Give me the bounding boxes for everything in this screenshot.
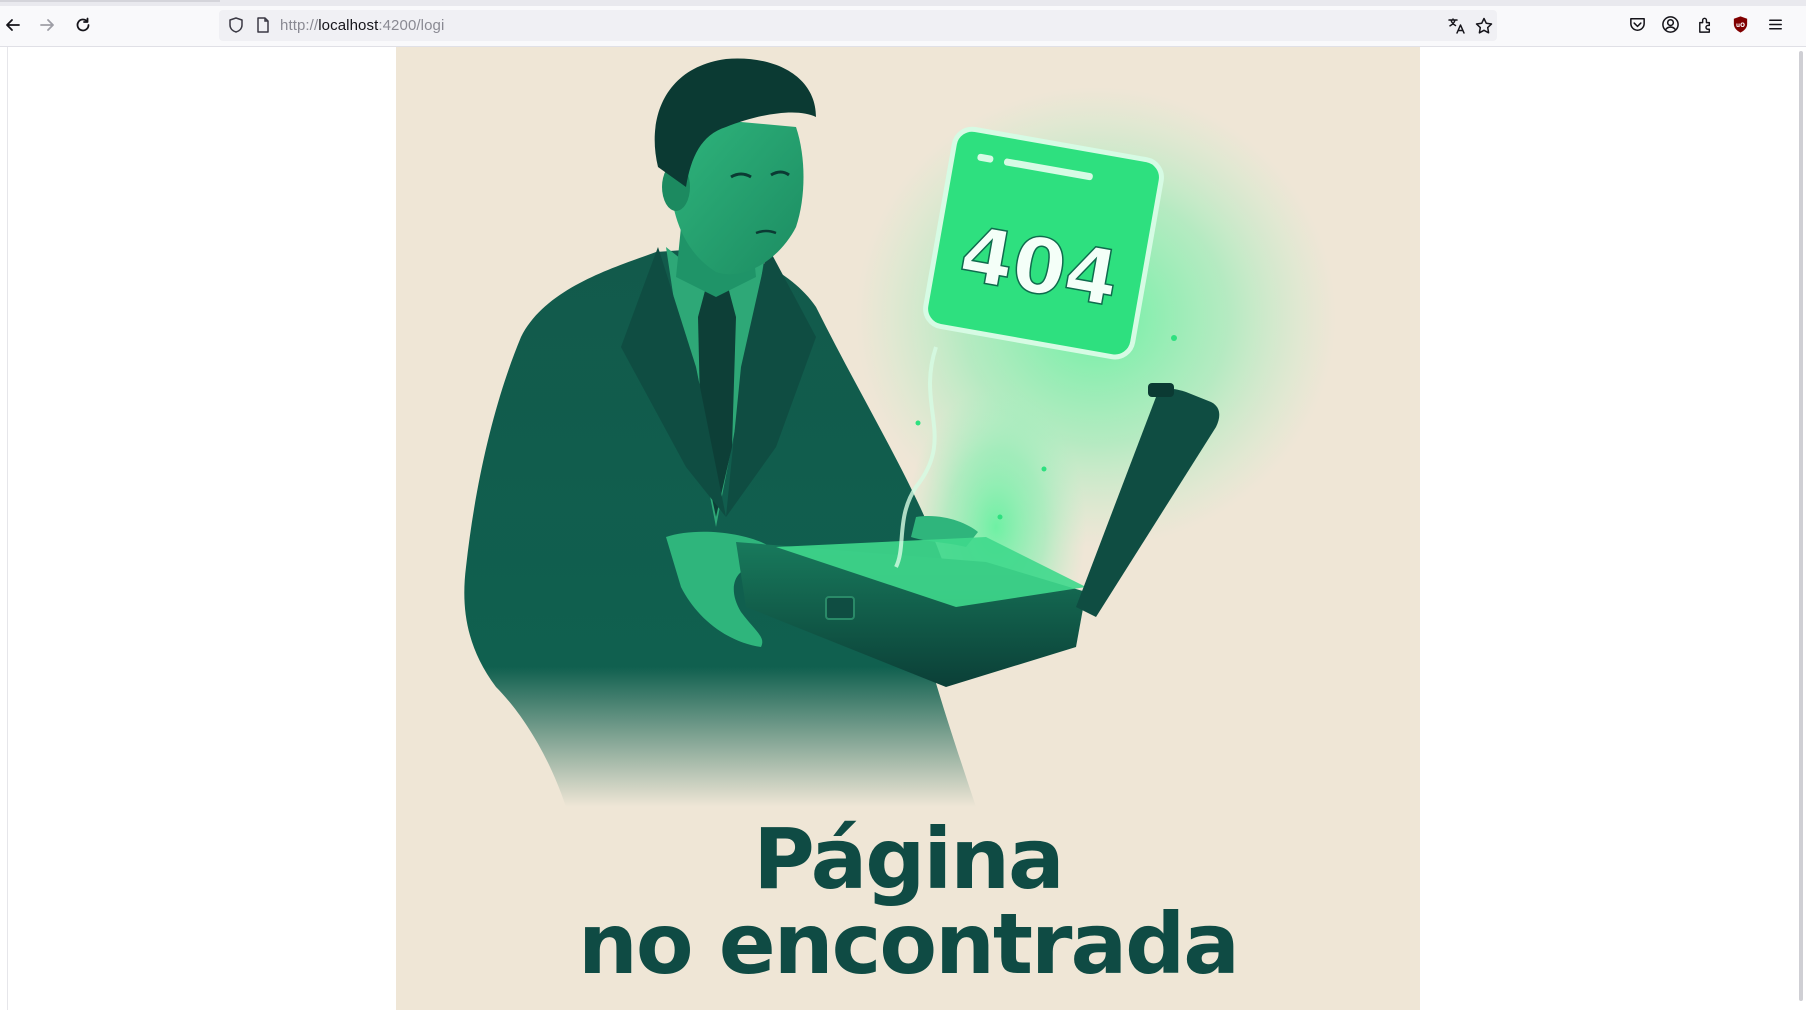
tab-strip: [0, 0, 1806, 6]
account-button[interactable]: [1659, 13, 1681, 35]
page-icon[interactable]: [254, 16, 272, 34]
extensions-icon: [1698, 17, 1710, 33]
sparkle: [1171, 335, 1177, 341]
error-card: 404: [923, 126, 1164, 360]
sparkle: [1041, 466, 1047, 472]
active-tab-indicator: [0, 0, 220, 2]
svg-text:uO: uO: [1736, 22, 1745, 28]
sparkle: [997, 514, 1003, 520]
pocket-button[interactable]: [1626, 13, 1648, 35]
page-title-line1: Página: [753, 810, 1064, 908]
menu-button[interactable]: [1764, 13, 1786, 35]
url-scheme: http://: [280, 17, 319, 34]
back-button[interactable]: [0, 12, 26, 38]
extensions-button[interactable]: [1694, 13, 1716, 35]
back-arrow-icon: [6, 19, 20, 31]
url-host: localhost: [318, 17, 379, 34]
translate-icon[interactable]: [1447, 16, 1467, 36]
address-bar[interactable]: http://localhost:4200/logi: [219, 10, 1497, 41]
browser-toolbar: http://localhost:4200/logi uO: [0, 0, 1806, 47]
pocket-icon: [1629, 17, 1645, 31]
scrollbar-thumb[interactable]: [1799, 51, 1803, 1001]
account-icon: [1661, 15, 1679, 33]
menu-icon: [1768, 18, 1782, 30]
sparkle: [915, 420, 921, 426]
ublock-button[interactable]: uO: [1729, 13, 1751, 35]
vertical-scrollbar[interactable]: [1797, 47, 1806, 1010]
shield-icon[interactable]: [227, 16, 245, 34]
lid-handle: [1148, 383, 1174, 397]
url-path: :4200/logi: [378, 17, 445, 34]
url-text[interactable]: http://localhost:4200/logi: [280, 17, 444, 34]
forward-arrow-icon: [40, 19, 54, 31]
reload-button[interactable]: [70, 12, 96, 38]
suitcase-latch: [825, 596, 855, 620]
reload-icon: [76, 17, 90, 32]
bookmark-star-icon[interactable]: [1474, 16, 1494, 36]
page-title-line2: no encontrada: [578, 895, 1240, 993]
not-found-illustration: 404 Página no encontrada: [396, 47, 1420, 1010]
forward-button[interactable]: [34, 12, 60, 38]
ublock-icon: uO: [1733, 15, 1747, 33]
